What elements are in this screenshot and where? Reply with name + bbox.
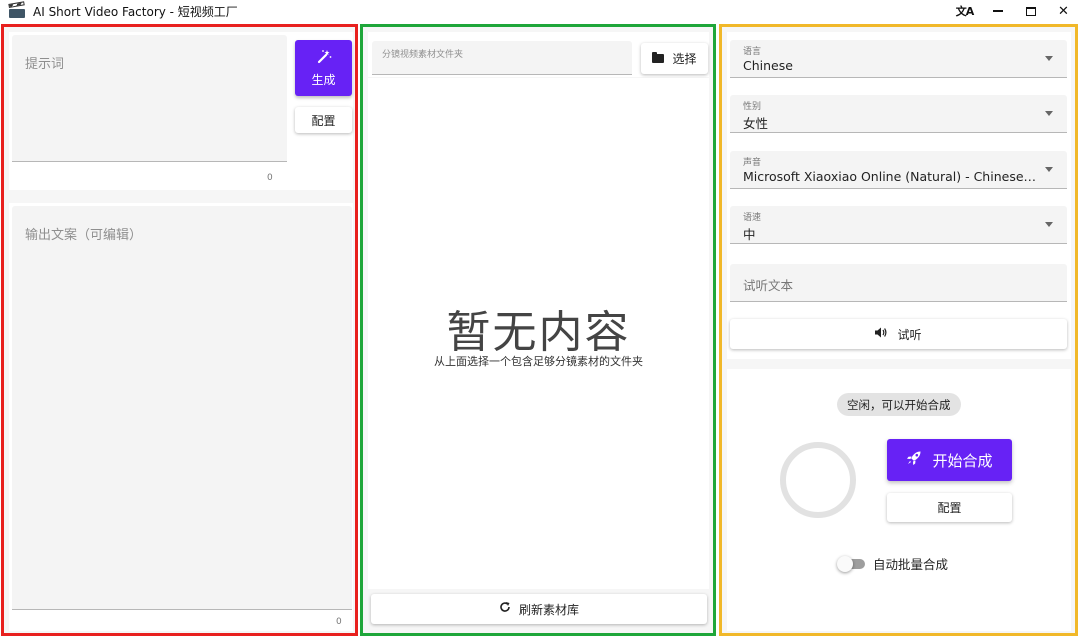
translate-button[interactable]: 文A	[948, 0, 981, 22]
choose-folder-button[interactable]: 选择	[641, 43, 708, 74]
window-controls: 文A ✕	[948, 0, 1080, 22]
prompt-char-count: 0	[267, 173, 273, 183]
generate-button[interactable]: 生成	[295, 40, 352, 96]
prompt-input[interactable]: 提示词	[12, 35, 287, 162]
language-value: Chinese	[743, 58, 793, 73]
maximize-icon	[1025, 6, 1036, 16]
voice-settings-card: 语言 Chinese 性别 女性 声音 Microsoft Xiaoxiao O…	[727, 32, 1071, 359]
language-label: 语言	[743, 47, 762, 57]
listen-button[interactable]: 试听	[730, 319, 1067, 349]
translate-icon: 文A	[955, 5, 974, 18]
output-char-count: 0	[336, 617, 342, 627]
title-bar: AI Short Video Factory - 短视频工厂 文A ✕	[0, 0, 1080, 22]
auto-batch-label: 自动批量合成	[873, 557, 949, 572]
speaker-icon	[875, 327, 887, 341]
window-title: AI Short Video Factory - 短视频工厂	[33, 4, 238, 19]
magic-wand-icon	[316, 49, 332, 68]
output-text-area[interactable]: 输出文案（可编辑）	[12, 206, 352, 610]
refresh-label: 刷新素材库	[518, 602, 579, 617]
chevron-down-icon	[1045, 167, 1053, 172]
auto-batch-toggle[interactable]	[837, 555, 867, 572]
refresh-library-button[interactable]: 刷新素材库	[371, 594, 707, 624]
progress-ring	[780, 442, 856, 518]
rocket-icon	[906, 450, 922, 470]
gender-value: 女性	[743, 116, 769, 131]
chevron-down-icon	[1045, 111, 1053, 116]
script-panel: 提示词 0 生成 配置 输出文案（可编辑） 0	[1, 24, 358, 636]
prompt-placeholder: 提示词	[25, 57, 65, 72]
speed-select[interactable]: 语速 中	[730, 206, 1067, 244]
language-select[interactable]: 语言 Chinese	[730, 40, 1067, 78]
gender-select[interactable]: 性别 女性	[730, 95, 1067, 133]
toggle-thumb	[837, 555, 853, 572]
start-synthesis-label: 开始合成	[932, 451, 993, 470]
minimize-button[interactable]	[981, 0, 1014, 22]
speed-value: 中	[743, 227, 756, 242]
folder-icon	[652, 52, 665, 63]
close-icon: ✕	[1058, 3, 1069, 19]
media-list: 暂无内容 从上面选择一个包含足够分镜素材的文件夹	[368, 78, 709, 589]
speed-label: 语速	[743, 213, 762, 223]
chevron-down-icon	[1045, 56, 1053, 61]
start-synthesis-button[interactable]: 开始合成	[887, 439, 1012, 481]
folder-card: 分镜视频素材文件夹 选择	[368, 32, 709, 77]
output-placeholder: 输出文案（可编辑）	[25, 228, 143, 243]
synthesis-panel: 语言 Chinese 性别 女性 声音 Microsoft Xiaoxiao O…	[719, 24, 1078, 636]
voice-select[interactable]: 声音 Microsoft Xiaoxiao Online (Natural) -…	[730, 151, 1067, 189]
clapperboard-icon	[8, 1, 25, 18]
gender-label: 性别	[743, 102, 762, 112]
chevron-down-icon	[1045, 222, 1053, 227]
script-config-button[interactable]: 配置	[295, 107, 352, 133]
maximize-button[interactable]	[1014, 0, 1047, 22]
folder-path-input[interactable]: 分镜视频素材文件夹	[372, 41, 632, 75]
auto-batch-row: 自动批量合成	[837, 554, 948, 573]
status-badge: 空闲，可以开始合成	[837, 393, 961, 416]
synthesis-card: 空闲，可以开始合成 开始合成 配置 自动批量合成	[727, 369, 1071, 631]
output-card: 输出文案（可编辑） 0	[9, 203, 353, 631]
media-panel: 分镜视频素材文件夹 选择 暂无内容 从上面选择一个包含足够分镜素材的文件夹 刷新…	[360, 24, 716, 636]
choose-label: 选择	[672, 52, 697, 66]
empty-state-title: 暂无内容	[446, 307, 631, 358]
empty-state-subtitle: 从上面选择一个包含足够分镜素材的文件夹	[434, 355, 643, 368]
synthesis-config-button[interactable]: 配置	[887, 493, 1012, 522]
folder-placeholder: 分镜视频素材文件夹	[382, 50, 464, 60]
close-button[interactable]: ✕	[1047, 0, 1080, 22]
preview-placeholder: 试听文本	[743, 278, 794, 293]
minimize-icon	[992, 10, 1003, 12]
prompt-card: 提示词 0 生成 配置	[9, 32, 353, 190]
voice-label: 声音	[743, 158, 762, 168]
refresh-icon	[499, 601, 511, 617]
generate-label: 生成	[311, 72, 336, 87]
listen-label: 试听	[897, 327, 922, 342]
preview-text-input[interactable]: 试听文本	[730, 264, 1067, 302]
voice-value: Microsoft Xiaoxiao Online (Natural) - Ch…	[743, 169, 1038, 184]
